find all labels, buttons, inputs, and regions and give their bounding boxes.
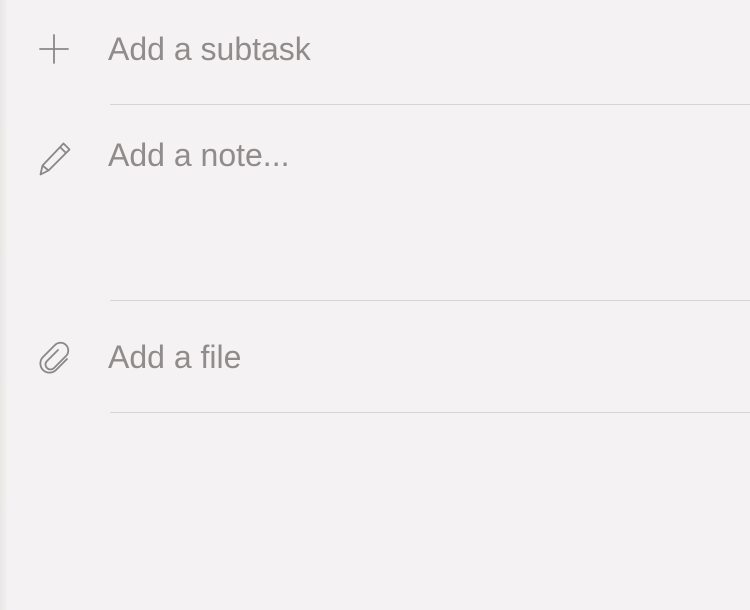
pencil-icon[interactable]: [36, 139, 74, 177]
add-note-input[interactable]: Add a note...: [108, 135, 289, 175]
paperclip-icon[interactable]: [36, 338, 74, 376]
add-file-row[interactable]: Add a file: [0, 301, 750, 413]
divider: [110, 412, 750, 413]
add-note-row[interactable]: Add a note...: [0, 105, 750, 301]
add-subtask-row[interactable]: Add a subtask: [0, 0, 750, 105]
plus-icon[interactable]: [36, 30, 74, 68]
add-file-button[interactable]: Add a file: [108, 337, 241, 377]
add-subtask-input[interactable]: Add a subtask: [108, 29, 311, 69]
